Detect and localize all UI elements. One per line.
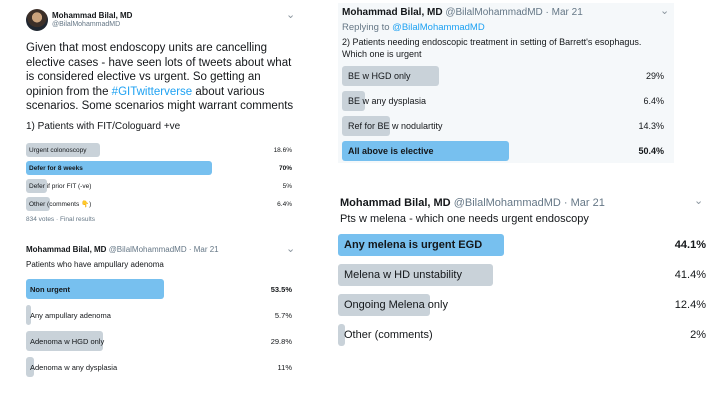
poll: Urgent colonoscopy 18.6% Defer for 8 wee…: [26, 143, 292, 227]
chevron-down-icon[interactable]: ⌄: [286, 10, 295, 21]
poll-footer: 834 votes · Final results: [26, 216, 96, 223]
poll-option: Defer if prior FIT (-ve) 5%: [26, 179, 292, 193]
hashtag-link[interactable]: #GITwitterverse: [112, 86, 193, 98]
poll-option-label: Adenoma w any dysplasia: [30, 362, 118, 372]
poll: BE w HGD only 29% BE w any dysplasia 6.4…: [342, 66, 664, 161]
poll-option-percent: 5%: [282, 182, 292, 190]
replying-to: Replying to @BilalMohammadMD: [342, 22, 485, 33]
poll-option: Urgent colonoscopy 18.6%: [26, 143, 292, 157]
poll-option-label: Adenoma w HGD only: [30, 336, 105, 346]
reply-handle-link[interactable]: @BilalMohammadMD: [392, 22, 485, 33]
poll-option-label: Other (comments 👇): [29, 201, 92, 208]
poll-option-label: Defer for 8 weeks: [29, 164, 83, 172]
tweet-date[interactable]: Mar 21: [552, 7, 583, 18]
chevron-down-icon[interactable]: ⌄: [694, 196, 703, 207]
poll-option: BE w HGD only 29%: [342, 66, 664, 86]
author-name[interactable]: Mohammad Bilal, MD: [52, 11, 132, 20]
tweet-header: Mohammad Bilal, MD @BilalMohammadMD · Ma…: [342, 7, 583, 18]
author-handle[interactable]: @BilalMohammadMD: [454, 197, 561, 209]
tweet-header: Mohammad Bilal, MD: [52, 11, 132, 20]
poll: Any melena is urgent EGD 44.1% Melena w …: [338, 234, 706, 348]
poll-option-label: All above is elective: [348, 146, 434, 156]
poll-option-label: Other (comments): [344, 329, 433, 341]
poll-option-percent: 18.6%: [273, 146, 292, 154]
poll-option: Melena w HD unstability 41.4%: [338, 264, 706, 286]
tweet-body: Given that most endoscopy units are canc…: [26, 42, 294, 112]
poll-option: Adenoma w any dysplasia 11%: [26, 357, 292, 377]
poll-option-percent: 70%: [278, 164, 292, 172]
tweet-handle-row: @BilalMohammadMD: [52, 21, 120, 28]
tweet-date[interactable]: Mar 21: [571, 197, 605, 209]
poll-option-percent: 2%: [690, 329, 706, 341]
poll-option-percent: 44.1%: [674, 239, 706, 251]
poll-option-label: Urgent colonoscopy: [29, 146, 87, 154]
avatar[interactable]: [26, 9, 48, 31]
poll-question: 1) Patients with FIT/Cologuard +ve: [26, 121, 181, 132]
poll-option-percent: 14.3%: [638, 121, 664, 131]
poll-option-percent: 29%: [645, 71, 664, 81]
poll-option: Ref for BE w nodulartity 14.3%: [342, 116, 664, 136]
poll-option-winner: Non urgent 53.5%: [26, 279, 292, 299]
poll-option: Other (comments 👇) 6.4%: [26, 197, 292, 211]
poll-option-percent: 29.8%: [270, 336, 292, 346]
poll-option: Other (comments) 2%: [338, 324, 706, 346]
author-handle[interactable]: @BilalMohammadMD: [445, 7, 542, 18]
poll-option-percent: 5.7%: [274, 310, 292, 320]
chevron-down-icon[interactable]: ⌄: [660, 6, 669, 17]
chevron-down-icon[interactable]: ⌄: [286, 244, 295, 255]
poll-option-winner: Any melena is urgent EGD 44.1%: [338, 234, 706, 256]
tweet-barretts: Mohammad Bilal, MD @BilalMohammadMD · Ma…: [338, 3, 674, 163]
poll-option: Adenoma w HGD only 29.8%: [26, 331, 292, 351]
poll-option-percent: 41.4%: [674, 269, 706, 281]
tweet-date[interactable]: Mar 21: [194, 245, 219, 254]
poll-option-label: BE w HGD only: [348, 71, 411, 81]
poll-option: BE w any dysplasia 6.4%: [342, 91, 664, 111]
poll-option: Ongoing Melena only 12.4%: [338, 294, 706, 316]
tweet-ampullary: Mohammad Bilal, MD @BilalMohammadMD · Ma…: [18, 240, 300, 407]
author-handle[interactable]: @BilalMohammadMD: [109, 245, 187, 254]
poll-option-percent: 50.4%: [638, 146, 664, 156]
author-handle[interactable]: @BilalMohammadMD: [52, 21, 120, 28]
poll-option-label: Any ampullary adenoma: [30, 310, 111, 320]
poll-option-percent: 11%: [277, 362, 292, 372]
poll-option-label: BE w any dysplasia: [348, 96, 427, 106]
tweet-melena: Mohammad Bilal, MD @BilalMohammadMD · Ma…: [334, 193, 708, 353]
poll-option-percent: 6.4%: [277, 200, 292, 208]
poll-option-label: Defer if prior FIT (-ve): [29, 182, 92, 190]
poll-option-winner: Defer for 8 weeks 70%: [26, 161, 292, 175]
poll-question: 2) Patients needing endoscopic treatment…: [342, 37, 642, 59]
poll-option-label: Ongoing Melena only: [344, 299, 448, 311]
poll-option: Any ampullary adenoma 5.7%: [26, 305, 292, 325]
poll-question: Patients who have ampullary adenoma: [26, 260, 164, 269]
poll-option-label: Non urgent: [30, 284, 70, 294]
tweet-header: Mohammad Bilal, MD @BilalMohammadMD · Ma…: [340, 197, 605, 209]
poll-option-percent: 53.5%: [270, 284, 292, 294]
poll-option-percent: 12.4%: [674, 299, 706, 311]
poll-option-label: Any melena is urgent EGD: [344, 239, 483, 251]
author-name[interactable]: Mohammad Bilal, MD: [26, 245, 106, 254]
tweet-header: Mohammad Bilal, MD @BilalMohammadMD · Ma…: [26, 245, 219, 254]
author-name[interactable]: Mohammad Bilal, MD: [342, 7, 443, 18]
tweet-ppe-fit: Mohammad Bilal, MD @BilalMohammadMD ⌄ Gi…: [18, 5, 300, 230]
poll-option-label: Ref for BE w nodulartity: [348, 121, 443, 131]
author-name[interactable]: Mohammad Bilal, MD: [340, 197, 451, 209]
poll: Non urgent 53.5% Any ampullary adenoma 5…: [26, 279, 292, 403]
poll-option-winner: All above is elective 50.4%: [342, 141, 664, 161]
poll-question: Pts w melena - which one needs urgent en…: [340, 213, 589, 225]
poll-option-percent: 6.4%: [643, 96, 664, 106]
poll-option-label: Melena w HD unstability: [344, 269, 462, 281]
